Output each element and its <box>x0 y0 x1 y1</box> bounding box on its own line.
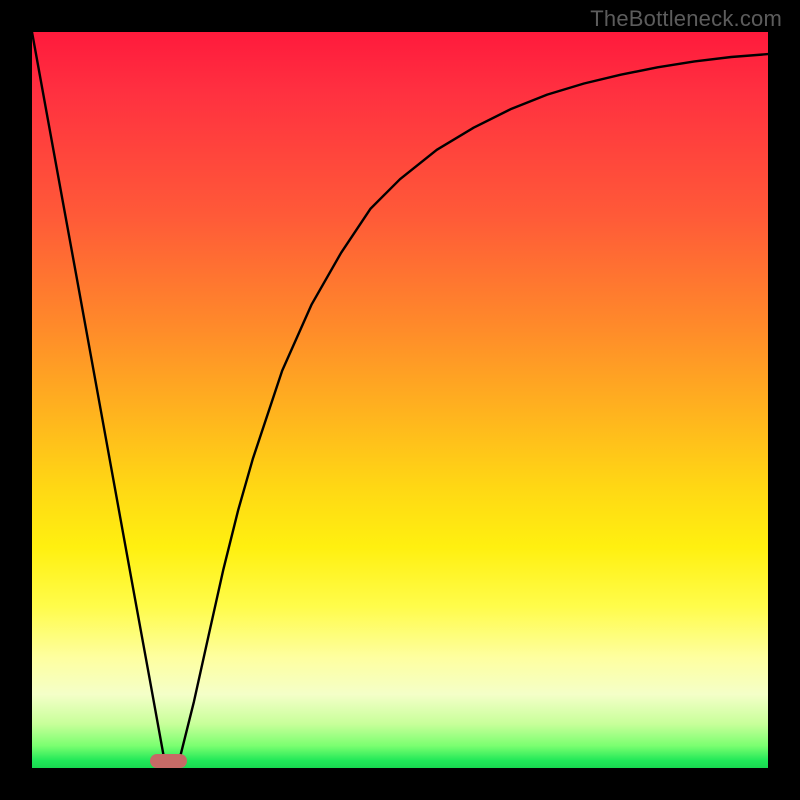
curve-path <box>32 32 768 761</box>
chart-frame: TheBottleneck.com <box>0 0 800 800</box>
optimum-marker <box>150 754 187 768</box>
attribution-text: TheBottleneck.com <box>590 6 782 32</box>
plot-area <box>32 32 768 768</box>
bottleneck-curve <box>32 32 768 768</box>
